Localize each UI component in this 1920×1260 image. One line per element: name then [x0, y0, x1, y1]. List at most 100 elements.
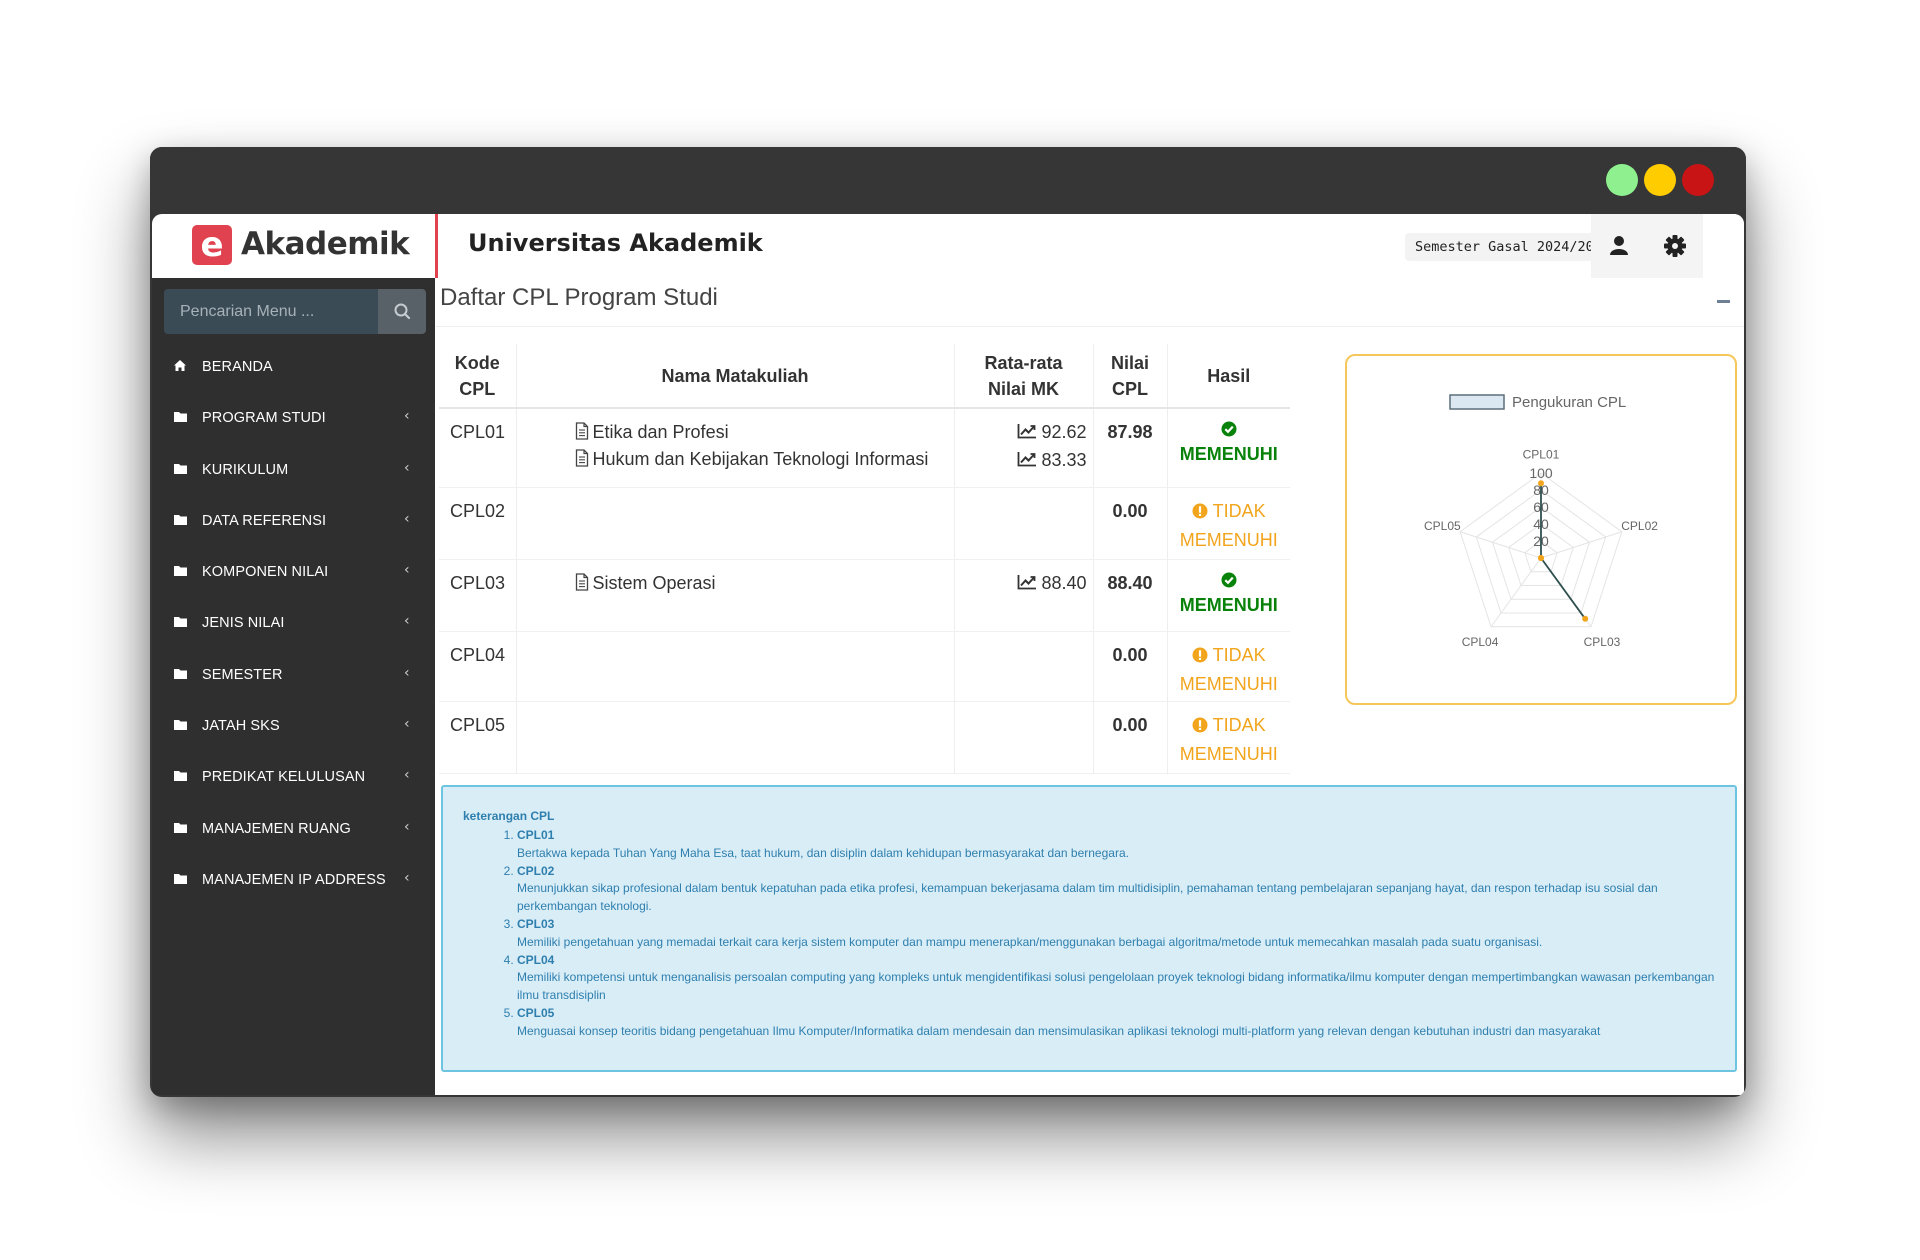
keterangan-code: CPL03 — [517, 916, 555, 931]
folder-icon — [173, 821, 188, 838]
gear-icon — [1664, 235, 1686, 257]
matakuliah-name: Sistem Operasi — [592, 572, 716, 593]
line-chart-icon — [1017, 420, 1037, 447]
sidebar-item-kurikulum[interactable]: KURIKULUM ‹ — [152, 444, 435, 495]
search-input[interactable] — [164, 289, 378, 334]
header-kode: Kode CPL — [439, 344, 516, 409]
brand-logo: e — [192, 225, 232, 265]
file-text-icon — [575, 421, 589, 440]
minus-icon[interactable] — [1717, 300, 1730, 303]
user-button[interactable] — [1591, 214, 1647, 278]
header-nama: Nama Matakuliah — [515, 344, 954, 409]
cell-hasil: TIDAK MEMENUHI — [1166, 487, 1291, 560]
chevron-left-icon: ‹ — [404, 767, 410, 784]
keterangan-item: CPL02 Menunjukkan sikap profesional dalam… — [517, 863, 1717, 916]
keterangan-item: CPL01 Bertakwa kepada Tuhan Yang Maha Esa… — [517, 827, 1717, 863]
radar-data-point[interactable] — [1538, 555, 1544, 561]
status-badge: TIDAK — [1168, 498, 1291, 527]
chevron-left-icon: ‹ — [404, 408, 410, 425]
folder-icon — [173, 667, 188, 684]
radar-axis-label: CPL02 — [1621, 519, 1658, 533]
status-text-line2: MEMENUHI — [1179, 594, 1278, 615]
sidebar-item-komponen-nilai[interactable]: KOMPONEN NILAI ‹ — [152, 546, 435, 597]
status-text: TIDAK — [1212, 714, 1266, 735]
window-close-button[interactable] — [1682, 164, 1714, 196]
keterangan-code: CPL01 — [517, 828, 555, 842]
window-maximize-button[interactable] — [1606, 164, 1638, 196]
status-text-line2: MEMENUHI — [1179, 529, 1278, 550]
table-header-row: Kode CPL Nama Matakuliah Rata-rata Nilai M… — [439, 344, 1290, 409]
table-body: CPL01 Etika dan Profesi Hukum dan Kebijaka… — [439, 408, 1291, 774]
folder-icon — [173, 564, 188, 581]
header-rata-line2: Nilai MK — [987, 378, 1059, 399]
sidebar-item-data-referensi[interactable]: DATA REFERENSI ‹ — [152, 495, 435, 546]
keterangan-desc: Bertakwa kepada Tuhan Yang Maha Esa, taa… — [517, 845, 1129, 860]
panel-title: Daftar CPL Program Studi — [440, 284, 718, 311]
cell-rata-rata: 88.40 — [953, 559, 1093, 632]
cell-hasil: MEMENUHI — [1166, 408, 1291, 488]
cell-hasil: MEMENUHI — [1166, 559, 1290, 632]
folder-icon — [173, 615, 188, 632]
sidebar-item-program-studi[interactable]: PROGRAM STUDI ‹ — [152, 392, 435, 443]
home-icon — [173, 359, 187, 376]
search-icon — [394, 303, 411, 320]
header-kode-line1: Kode — [454, 352, 500, 373]
radar-chart: Pengukuran CPL20406080100CPL01CPL02CPL03… — [1424, 394, 1658, 649]
cell-matakuliah: Sistem Operasi — [515, 559, 954, 632]
sidebar-item-beranda[interactable]: BERANDA — [152, 341, 435, 392]
sidebar-item-predikat-kelulusan[interactable]: PREDIKAT KELULUSAN ‹ — [152, 751, 435, 802]
settings-button[interactable] — [1647, 214, 1703, 278]
header-nama-label: Nama Matakuliah — [661, 365, 809, 386]
table-row: CPL01 Etika dan Profesi Hukum dan Kebijaka… — [439, 408, 1291, 488]
keterangan-code: CPL05 — [517, 1005, 555, 1020]
exclamation-circle-icon — [1192, 714, 1208, 741]
chevron-left-icon: ‹ — [404, 664, 410, 681]
matakuliah-link[interactable]: Hukum dan Kebijakan Teknologi Informasi — [575, 446, 954, 473]
search-button[interactable] — [378, 289, 426, 334]
keterangan-desc: Memiliki kompetensi untuk menganalisis p… — [517, 970, 1715, 1003]
sidebar-item-jatah-sks[interactable]: JATAH SKS ‹ — [152, 700, 435, 751]
sidebar-item-label: PROGRAM STUDI — [202, 410, 326, 427]
radar-data-point[interactable] — [1582, 615, 1589, 622]
cell-nilai-cpl: 0.00 — [1092, 487, 1167, 560]
status-badge — [1168, 419, 1291, 441]
sidebar-item-manajemen-ip-address[interactable]: MANAJEMEN IP ADDRESS ‹ — [152, 854, 435, 905]
radar-axis-label: CPL03 — [1584, 635, 1621, 649]
brand[interactable]: e Akademik — [152, 214, 435, 278]
sidebar-item-label: MANAJEMEN IP ADDRESS — [202, 871, 386, 888]
cell-matakuliah — [515, 631, 954, 702]
chevron-left-icon: ‹ — [404, 562, 410, 579]
radar-axis-label: CPL05 — [1424, 519, 1461, 533]
keterangan-item: CPL05 Menguasai konsep teoritis bidang pe… — [517, 1005, 1717, 1041]
header-hasil: Hasil — [1166, 344, 1290, 409]
file-text-icon — [575, 448, 589, 467]
matakuliah-link[interactable]: Etika dan Profesi — [575, 419, 954, 446]
sidebar-item-manajemen-ruang[interactable]: MANAJEMEN RUANG ‹ — [152, 803, 435, 854]
keterangan-box: keterangan CPL CPL01 Bertakwa kepada Tuha… — [441, 785, 1737, 1072]
sidebar-item-semester[interactable]: SEMESTER ‹ — [152, 649, 435, 700]
sidebar: e Akademik BERANDAPROGRAM STUDI‹KURIKULU… — [152, 214, 435, 1095]
matakuliah-link[interactable]: Sistem Operasi — [575, 570, 954, 597]
cpl-table: Kode CPL Nama Matakuliah Rata-rata Nilai M… — [439, 344, 1290, 774]
sidebar-item-jenis-nilai[interactable]: JENIS NILAI ‹ — [152, 597, 435, 648]
exclamation-circle-icon — [1192, 500, 1208, 527]
radar-tick-label: 100 — [1529, 465, 1553, 481]
chevron-left-icon: ‹ — [404, 459, 410, 476]
radar-data-point[interactable] — [1538, 480, 1544, 487]
keterangan-desc: Menguasai konsep teoritis bidang pengeta… — [517, 1023, 1601, 1038]
window-minimize-button[interactable] — [1644, 164, 1676, 196]
check-circle-icon — [1221, 421, 1237, 441]
radar-axis-label: CPL01 — [1523, 447, 1560, 461]
cell-matakuliah — [515, 701, 954, 774]
legend-label[interactable]: Pengukuran CPL — [1512, 394, 1626, 411]
cell-hasil: TIDAK MEMENUHI — [1166, 701, 1290, 774]
rata-rata-value: 92.62 — [955, 419, 1087, 447]
cell-matakuliah: Etika dan Profesi Hukum dan Kebijakan Tek… — [515, 408, 954, 488]
folder-icon — [173, 462, 188, 479]
rata-rata-value: 88.40 — [955, 570, 1087, 598]
radar-axis-line — [1540, 531, 1622, 559]
table-row: CPL05 0.00 TIDAK MEMENUHI — [439, 701, 1290, 774]
window-titlebar — [150, 147, 1746, 214]
sidebar-search — [164, 289, 426, 334]
cell-hasil: TIDAK MEMENUHI — [1166, 631, 1290, 702]
